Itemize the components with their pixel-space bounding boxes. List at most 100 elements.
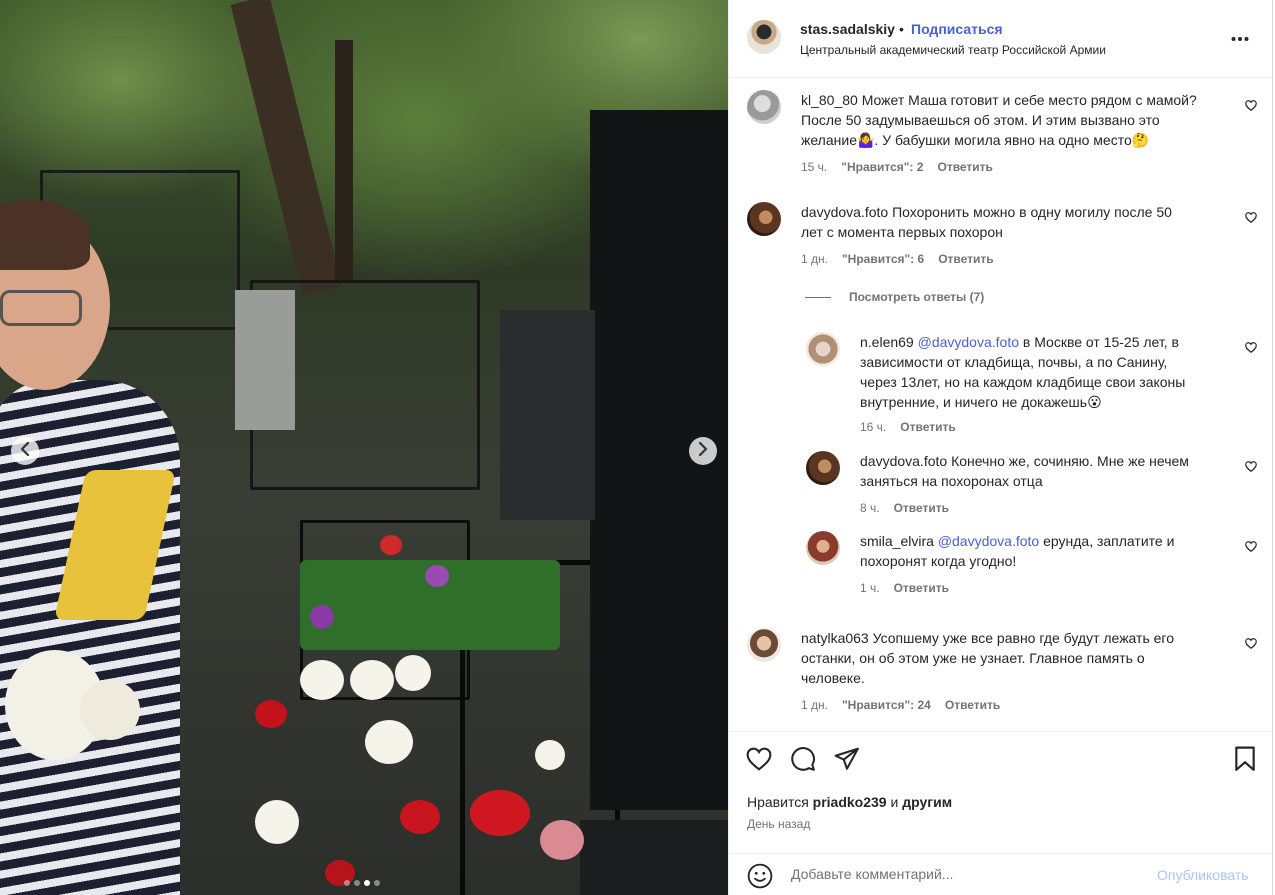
save-button[interactable] [1232,746,1258,774]
post-side-panel: stas.sadalskiy • Подписаться Центральный… [728,0,1273,895]
comment-time[interactable]: 15 ч. [801,160,827,174]
comment-time[interactable]: 16 ч. [860,420,886,434]
photo-gravestone [235,290,295,430]
carousel-dot [374,880,380,886]
comment-username[interactable]: n.elen69 [860,334,914,350]
photo-flower-red [380,535,402,555]
photo-flower-white [395,655,431,691]
carousel-dot-active [364,880,370,886]
comment-like-button[interactable] [1245,212,1257,226]
post-photo[interactable] [0,0,728,895]
comment-avatar[interactable] [747,202,781,236]
comment-body-line: желание🤷‍♀️. У бабушки могила явно на од… [801,132,1150,148]
comment-body-line: После 50 задумываешься об этом. И этим в… [801,112,1160,128]
comment-likes[interactable]: "Нравится": 2 [841,160,923,174]
send-icon [834,747,860,776]
comment-likes[interactable]: "Нравится": 6 [842,252,924,266]
header-bullet: • [899,21,904,37]
likes-summary: Нравится priadko239 и другим [747,794,952,810]
follow-button[interactable]: Подписаться [911,21,1003,37]
carousel-prev-button[interactable] [11,437,39,465]
emoji-button[interactable] [747,863,773,894]
comment-username[interactable]: kl_80_80 [801,92,858,108]
chevron-right-icon [698,441,708,461]
reply-button[interactable]: Ответить [945,698,1000,712]
post-location[interactable]: Центральный академический театр Российск… [800,43,1106,57]
photo-tree-trunk [335,40,353,280]
comment-username[interactable]: davydova.foto [860,453,947,469]
comment-time[interactable]: 1 дн. [801,252,828,266]
author-avatar[interactable] [747,20,781,54]
comment-body-line: Конечно же, сочиняю. Мне же нечем [951,453,1189,469]
comment-avatar[interactable] [806,332,840,366]
author-username[interactable]: stas.sadalskiy [800,21,895,37]
comment-avatar[interactable] [806,531,840,565]
comment-icon [790,746,816,777]
comment-avatar[interactable] [747,628,781,662]
photo-glasses [0,290,82,326]
likes-others-link[interactable]: другим [902,794,952,810]
photo-flower-purple [425,565,449,587]
comment-likes[interactable]: "Нравится": 24 [842,698,931,712]
liker-username[interactable]: priadko239 [813,794,887,810]
view-replies-button[interactable]: Посмотреть ответы (7) [805,290,984,304]
comment-meta: 15 ч. "Нравится": 2 Ответить [801,160,993,174]
heart-icon [1245,100,1257,114]
post-header: stas.sadalskiy • Подписаться Центральный… [729,0,1272,78]
comment-time[interactable]: 1 дн. [801,698,828,712]
photo-flower-red [255,700,287,728]
more-horizontal-icon [1231,25,1249,47]
more-options-button[interactable] [1231,25,1249,48]
comment-time[interactable]: 8 ч. [860,501,880,515]
post-date[interactable]: День назад [747,817,810,831]
post-comment-button[interactable]: Опубликовать [1157,867,1249,883]
comment-like-button[interactable] [1245,100,1257,114]
comment-avatar[interactable] [747,90,781,124]
heart-icon [1245,342,1257,356]
share-button[interactable] [834,747,860,776]
comment-like-button[interactable] [1245,461,1257,475]
comment-like-button[interactable] [1245,541,1257,555]
comment-meta: 1 дн. "Нравится": 24 Ответить [801,698,1000,712]
like-button[interactable] [746,747,772,774]
comment-body-line: лет с момента первых похорон [801,224,1003,240]
comment-username[interactable]: davydova.foto [801,204,888,220]
carousel-next-button[interactable] [689,437,717,465]
comment-meta: 8 ч. Ответить [860,501,949,515]
comment-input[interactable] [791,866,1141,882]
comment-body-line: Может Маша готовит и себе место рядом с … [861,92,1197,108]
carousel-dot [354,880,360,886]
reply-button[interactable]: Ответить [894,581,949,595]
photo-flower-white [255,800,299,844]
carousel-dot [344,880,350,886]
photo-tree-trunk [230,0,342,296]
comment-avatar[interactable] [806,451,840,485]
comment-text: n.elen69 @davydova.foto в Москве от 15-2… [860,332,1185,412]
photo-flower-white [350,660,394,700]
reply-item: davydova.foto Конечно же, сочиняю. Мне ж… [806,451,1266,521]
comment-mention[interactable]: @davydova.foto [938,533,1039,549]
photo-flower-white [365,720,413,764]
comment-time[interactable]: 1 ч. [860,581,880,595]
comment-like-button[interactable] [1245,342,1257,356]
heart-icon [1245,541,1257,555]
comment-text: kl_80_80 Может Маша готовит и себе место… [801,90,1197,150]
photo-flower-pink [540,820,584,860]
reply-item: n.elen69 @davydova.foto в Москве от 15-2… [806,332,1266,442]
reply-button[interactable]: Ответить [938,252,993,266]
comment-body-line: Усопшему уже все равно где будут лежать … [872,630,1174,646]
comment-username[interactable]: smila_elvira [860,533,934,549]
comment-body-line: заняться на похоронах отца [860,473,1043,489]
reply-button[interactable]: Ответить [894,501,949,515]
comment-like-button[interactable] [1245,638,1257,652]
comment-button[interactable] [790,746,816,777]
comment-body-line: через 13лет, но на каждом кладбище свои … [860,374,1186,390]
reply-button[interactable]: Ответить [900,420,955,434]
comment-body-line: внутренние, и ничего не докажешь😮 [860,394,1102,410]
comment-body-line: останки, он об этом уже не узнает. Главн… [801,650,1145,666]
reply-button[interactable]: Ответить [937,160,992,174]
comment-username[interactable]: natylka063 [801,630,869,646]
heart-icon [1245,461,1257,475]
comment-item: natylka063 Усопшему уже все равно где бу… [747,628,1267,718]
comment-mention[interactable]: @davydova.foto [918,334,1019,350]
